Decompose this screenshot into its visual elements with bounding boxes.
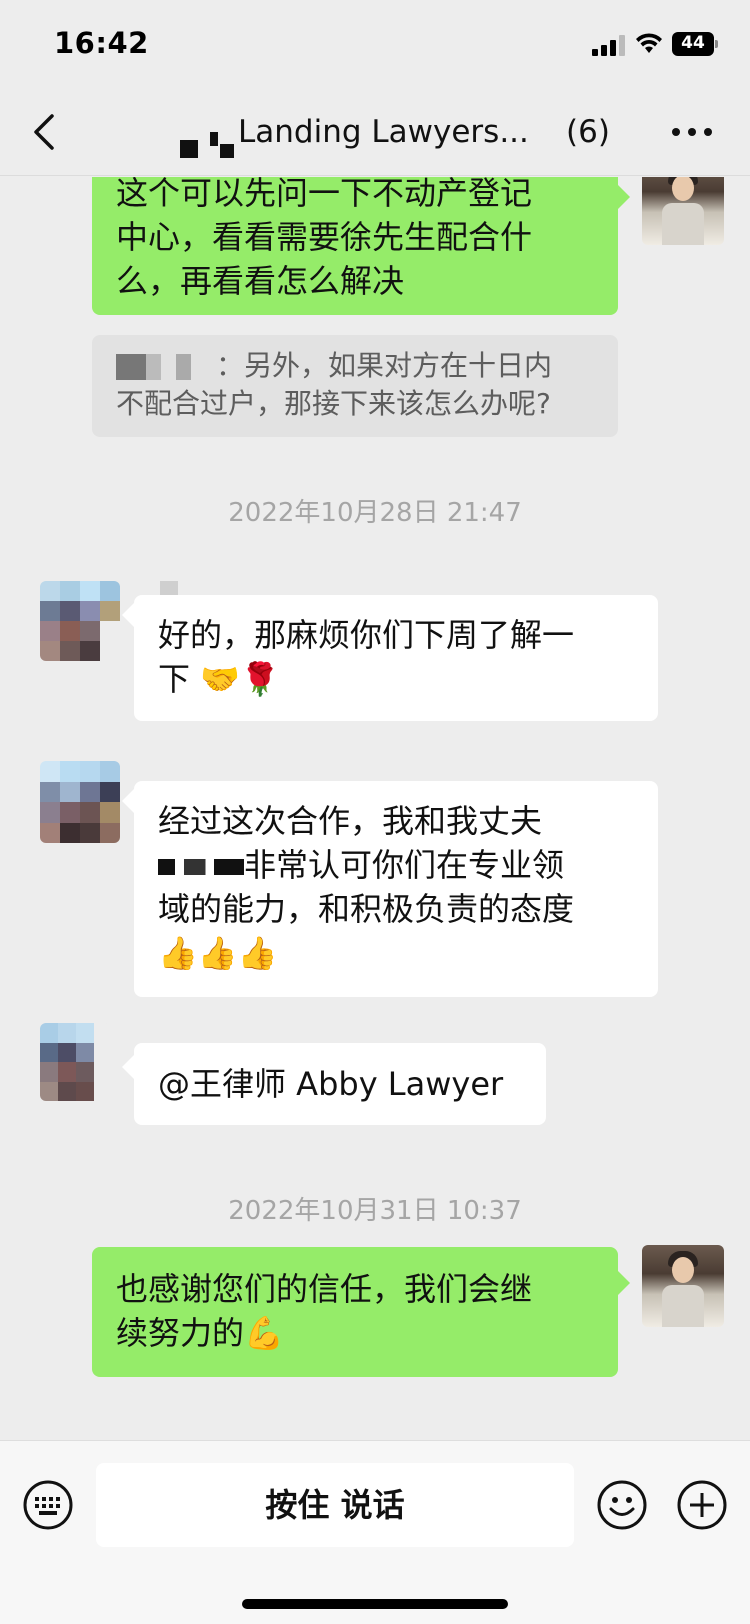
redacted-title-prefix (180, 132, 238, 158)
bubble-tail (122, 603, 134, 627)
message-bubble-other[interactable]: 经过这次合作，我和我丈夫 非常认可你们在专业领 域的能力，和积极负责的态度 👍👍… (134, 781, 658, 997)
redacted-name (158, 859, 244, 875)
bubble-tail (122, 789, 134, 813)
message-bubble-other[interactable]: 好的，那麻烦你们下周了解一 下 🤝🌹 (134, 595, 658, 721)
message-line: 好的，那麻烦你们下周了解一 (158, 616, 575, 654)
more-icon[interactable] (670, 122, 714, 142)
hold-to-talk-button[interactable]: 按住 说话 (96, 1463, 574, 1547)
avatar-other[interactable] (40, 761, 120, 843)
home-indicator[interactable] (242, 1599, 508, 1609)
quote-line: ：另外，如果对方在十日内 (116, 347, 594, 385)
bubble-tail (122, 1055, 134, 1079)
avatar-self[interactable] (642, 177, 724, 245)
message-line: @王律师 Abby Lawyer (158, 1065, 504, 1103)
message-line: 续努力的💪 (116, 1314, 284, 1352)
bubble-tail (618, 185, 630, 209)
message-line: 么，再看看怎么解决 (116, 262, 405, 300)
message-bubble-self[interactable]: 也感谢您们的信任，我们会继 续努力的💪 (92, 1247, 618, 1377)
plus-icon[interactable] (676, 1479, 728, 1531)
chat-header: Landing Lawyers... (6) (0, 86, 750, 176)
quoted-message[interactable]: ：另外，如果对方在十日内 不配合过户，那接下来该怎么办呢? (92, 335, 618, 437)
message-line: 非常认可你们在专业领 (158, 843, 634, 887)
avatar-self[interactable] (642, 1245, 724, 1327)
avatar-other[interactable] (40, 581, 120, 661)
back-icon[interactable] (26, 110, 66, 154)
signal-icon (592, 34, 626, 56)
quote-line: 不配合过户，那接下来该怎么办呢? (116, 387, 551, 420)
message-line: 中心，看看需要徐先生配合什 (116, 218, 533, 256)
message-list[interactable]: 这个可以先问一下不动产登记 中心，看看需要徐先生配合什 么，再看看怎么解决 ：另… (0, 177, 750, 1439)
battery-level: 44 (681, 33, 705, 53)
message-line: 这个可以先问一下不动产登记 (116, 177, 533, 212)
chat-title[interactable]: Landing Lawyers... (238, 114, 529, 150)
status-time: 16:42 (54, 26, 149, 60)
message-line: 域的能力，和积极负责的态度 (158, 890, 575, 928)
message-line: 下 🤝🌹 (158, 660, 280, 698)
input-bar: 按住 说话 (0, 1440, 750, 1624)
redacted-name (116, 354, 216, 380)
wifi-icon (636, 33, 662, 53)
message-line: 也感谢您们的信任，我们会继 (116, 1270, 533, 1308)
timestamp: 2022年10月28日 21:47 (228, 498, 522, 528)
message-line: 经过这次合作，我和我丈夫 (158, 802, 543, 840)
message-line: 👍👍👍 (158, 934, 278, 972)
message-bubble-other[interactable]: @王律师 Abby Lawyer (134, 1043, 546, 1125)
member-count: (6) (566, 114, 610, 150)
message-bubble-self[interactable]: 这个可以先问一下不动产登记 中心，看看需要徐先生配合什 么，再看看怎么解决 (92, 177, 618, 315)
timestamp: 2022年10月31日 10:37 (228, 1196, 522, 1226)
bubble-tail (618, 1271, 630, 1295)
emoji-icon[interactable] (596, 1479, 648, 1531)
avatar-other[interactable] (40, 1023, 112, 1101)
keyboard-icon[interactable] (22, 1479, 74, 1531)
battery-icon: 44 (672, 32, 718, 56)
